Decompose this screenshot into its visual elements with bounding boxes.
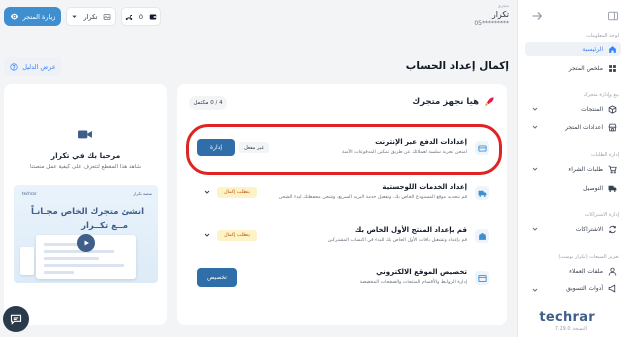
wallet-icon [149,13,157,21]
store-select-value: تكرار [83,12,98,21]
app-version: النسخة 7.29.0 [554,326,587,332]
welcome-card: مرحبا بك في تكرار شاهد هذا المقطع لتتعرف… [4,84,167,325]
megaphone-icon [608,283,617,293]
thumb-headline: انشئ متجرك الخاص مجـانـاً [31,207,144,217]
cube-icon [608,104,617,114]
visit-store-label: زيارة المتجر [22,12,56,21]
chat-button[interactable] [3,306,29,332]
task-title: إعداد الخدمات اللوجستية [382,183,467,191]
chat-icon [10,314,22,325]
scooter-icon [125,13,133,21]
task-logistics[interactable]: إعداد الخدمات اللوجستية قم بتحديد موقع ا… [189,175,495,211]
help-circle-icon [10,62,18,71]
intro-video-thumbnail[interactable]: techrar منصة تكرار انشئ متجرك الخاص مجـا… [14,185,158,283]
task-title: قم بإعداد المنتج الأول الخاص بك [354,226,467,234]
sidebar-item-label: الرئيسية [582,45,603,53]
visit-store-button[interactable]: زيارة المتجر [4,7,61,26]
stats-count: 0 [138,12,144,21]
sidebar-item-subscriptions[interactable]: الاشتراكات [525,222,621,236]
setup-heading-text: هيا نجهز متجرك [412,96,479,107]
sidebar-item-orders[interactable]: طلبات الشراء [525,162,621,176]
sidebar-item-label: اعدادات المتجر [565,123,603,131]
task-first-product[interactable]: قم بإعداد المنتج الأول الخاص بك قم بإعدا… [189,218,495,254]
chevron-down-icon [531,225,539,233]
sidebar-item-customers[interactable]: ملفات العملاء [525,264,621,278]
sidebar-section-label: إدارة الاشتراكات [584,212,619,218]
refresh-icon [608,225,617,234]
header-stats[interactable]: 0 [121,7,161,26]
task-customize-website[interactable]: تخصيص الموقع الالكتروني إدارة الروابط وا… [189,260,495,296]
eye-icon [10,12,19,21]
store-label: متجري [497,3,509,8]
thumb-headline-2: مــع تكــرار [81,221,128,231]
rocket-icon [484,96,495,107]
user-icon [608,267,617,276]
sidebar-section-label: بيع وإدارة متجرك [583,92,620,98]
progress-badge: 4 / 0 مكتمل [189,96,227,110]
store-name: تكرار [491,10,509,19]
cart-icon [608,165,617,174]
page-title: إكمال إعداد الحساب [405,60,509,72]
sidebar-item-label: ملخص المتجر [568,64,603,72]
sidebar-toggle-icon[interactable] [607,10,619,22]
chevron-down-icon[interactable] [203,188,211,196]
techrar-logo: techrar [539,310,595,325]
view-guide-label: عرض الدليل [22,62,56,71]
task-description: قم بتحديد موقع المستودع الخاص بك، وتفعيل… [278,195,467,200]
setup-heading: هيا نجهز متجرك [412,96,495,107]
sidebar-item-home[interactable]: الرئيسية [525,42,621,56]
sidebar-item-label: الاشتراكات [575,225,603,233]
chevron-down-icon [531,123,539,131]
customize-button[interactable]: تخصيص [197,268,237,287]
chevron-down-icon [531,286,539,293]
store-select[interactable]: تكرار [66,7,116,26]
chevron-down-icon [531,105,539,113]
chevron-down-icon [531,165,539,173]
store-phone: 05********* [474,20,509,27]
highlight-annotation [186,124,502,175]
task-description: إدارة الروابط والأقسام المنتجات والصفحات… [359,280,468,285]
thumb-tag: منصة تكرار [133,191,152,196]
sidebar: لوحة المعلومات الرئيسية ملخص المتجر بيع … [517,0,627,337]
sidebar-item-delivery[interactable]: التوصيل [525,181,621,195]
store-icon [608,123,617,132]
browser-window-icon [475,271,489,285]
package-icon [475,229,489,243]
requires-completion-badge: يتطلب إكمال [217,230,257,241]
video-camera-icon [78,129,92,141]
requires-completion-badge: يتطلب إكمال [217,187,257,198]
play-icon [84,240,89,246]
task-title: تخصيص الموقع الالكتروني [376,268,467,276]
truck-icon [475,186,489,200]
sidebar-item-label: التوصيل [583,184,603,192]
caret-down-icon [71,13,78,20]
sidebar-section-label: تعزيز المبيعات (تكرار بوست) [558,254,619,260]
sidebar-section-label: لوحة المعلومات [586,33,619,39]
play-button[interactable] [77,234,95,252]
chevron-down-icon[interactable] [203,231,211,239]
sidebar-item-products[interactable]: المنتجات [525,102,621,116]
sidebar-item-label: ملفات العملاء [569,267,603,275]
task-description: قم بإعداد وتشغيل باقات الأول الخاص بك لل… [327,238,467,243]
sidebar-item-label: المنتجات [581,105,603,113]
truck-icon [608,184,617,193]
grid-icon [608,64,617,73]
image-icon [103,13,111,21]
sidebar-item-marketing[interactable]: أدوات التسويق [525,283,621,293]
arrow-right-icon[interactable] [530,9,544,23]
sidebar-item-label: أدوات التسويق [566,284,603,292]
setup-card: هيا نجهز متجرك 4 / 0 مكتمل إعدادات الدفع… [177,84,507,325]
home-icon [608,45,617,54]
sidebar-item-label: طلبات الشراء [568,165,603,173]
view-guide-button[interactable]: عرض الدليل [4,57,62,76]
welcome-subtitle: شاهد هذا المقطع لتتعرف على كيفية عمل منص… [30,164,141,170]
sidebar-section-label: إدارة الطلبات [590,152,619,158]
thumb-phone-mock [20,247,34,275]
thumb-brand: techrar [22,191,37,196]
welcome-title: مرحبا بك في تكرار [50,151,121,160]
sidebar-item-store-summary[interactable]: ملخص المتجر [525,61,621,75]
sidebar-item-store-settings[interactable]: اعدادات المتجر [525,120,621,134]
